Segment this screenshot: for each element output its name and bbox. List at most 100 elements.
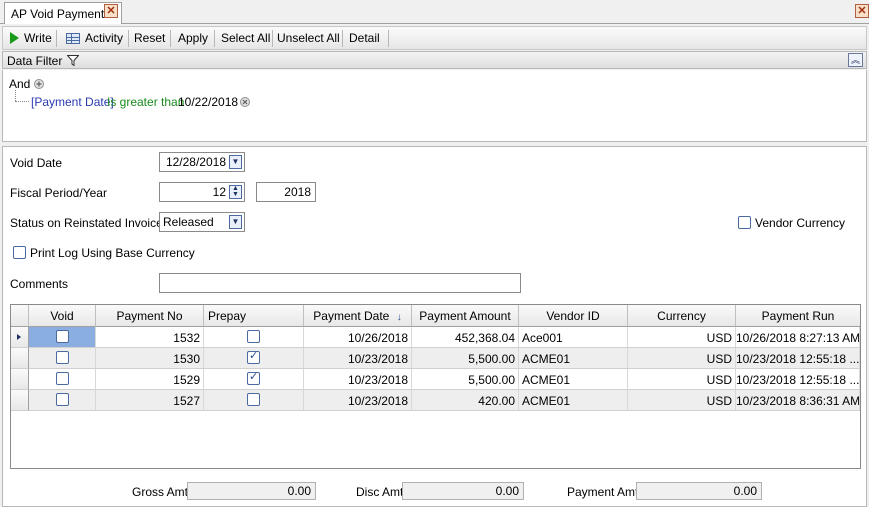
activity-button[interactable]: Activity bbox=[61, 29, 123, 48]
current-row-arrow-icon bbox=[17, 334, 21, 340]
row-selector[interactable] bbox=[11, 369, 29, 390]
prepay-check-icon[interactable] bbox=[247, 349, 260, 364]
payments-grid: Void Payment No Prepay Payment Date ↓ Pa… bbox=[10, 304, 861, 469]
column-header-payment-run[interactable]: Payment Run bbox=[736, 305, 860, 327]
payment-amount-cell[interactable]: 452,368.04 bbox=[412, 327, 519, 348]
column-header-void[interactable]: Void bbox=[29, 305, 96, 327]
payment-amt-label: Payment Amt bbox=[567, 485, 639, 499]
column-header-payment-date[interactable]: Payment Date ↓ bbox=[304, 305, 412, 327]
comments-input[interactable] bbox=[159, 273, 521, 293]
filter-field[interactable]: [Payment Date] bbox=[31, 95, 114, 109]
column-header-vendor-id[interactable]: Vendor ID bbox=[519, 305, 628, 327]
print-log-label: Print Log Using Base Currency bbox=[30, 246, 195, 260]
void-check-icon[interactable] bbox=[56, 372, 69, 385]
prepay-checkbox bbox=[204, 348, 304, 369]
chevron-down-icon[interactable]: ▼ bbox=[229, 155, 242, 169]
row-selector[interactable] bbox=[11, 390, 29, 411]
print-log-checkbox[interactable] bbox=[13, 246, 26, 259]
row-selector[interactable] bbox=[11, 348, 29, 369]
payment-run-cell[interactable]: 10/26/2018 8:27:13 AM bbox=[736, 327, 860, 348]
void-date-value: 12/28/2018 bbox=[165, 155, 226, 169]
toolbar-separator bbox=[388, 30, 389, 47]
tab-strip bbox=[0, 0, 869, 24]
void-checkbox bbox=[29, 348, 96, 369]
column-header-currency[interactable]: Currency bbox=[628, 305, 736, 327]
void-checkbox bbox=[29, 369, 96, 390]
prepay-checkbox bbox=[204, 327, 304, 348]
vendor-currency-checkbox[interactable] bbox=[738, 216, 751, 229]
grid-corner bbox=[11, 305, 29, 327]
vendor-id-cell[interactable]: Ace001 bbox=[519, 327, 628, 348]
void-check-icon[interactable] bbox=[56, 351, 69, 364]
prepay-check-icon[interactable] bbox=[247, 393, 260, 406]
payment-run-cell[interactable]: 10/23/2018 12:55:18 ... bbox=[736, 348, 860, 369]
column-header-payment-no[interactable]: Payment No bbox=[96, 305, 204, 327]
payment-amt-value: 0.00 bbox=[636, 482, 762, 500]
column-header-payment-amount[interactable]: Payment Amount bbox=[412, 305, 519, 327]
select-all-button[interactable]: Select All bbox=[216, 29, 275, 48]
payment-no-cell[interactable]: 1530 bbox=[96, 348, 204, 369]
void-date-label: Void Date bbox=[10, 156, 63, 170]
apply-button[interactable]: Apply bbox=[173, 29, 213, 48]
add-condition-icon[interactable] bbox=[34, 79, 44, 89]
payment-date-cell[interactable]: 10/23/2018 bbox=[304, 369, 412, 390]
payment-date-cell[interactable]: 10/23/2018 bbox=[304, 390, 412, 411]
payment-no-cell[interactable]: 1532 bbox=[96, 327, 204, 348]
filter-group-and[interactable]: And bbox=[9, 77, 30, 91]
unselect-all-button[interactable]: Unselect All bbox=[272, 29, 345, 48]
grid-icon bbox=[66, 33, 80, 44]
reset-button[interactable]: Reset bbox=[129, 29, 170, 48]
data-filter-panel: And [Payment Date] Is greater than 10/22… bbox=[2, 70, 867, 142]
vendor-currency-label: Vendor Currency bbox=[755, 216, 846, 230]
currency-cell[interactable]: USD bbox=[628, 327, 736, 348]
filter-value[interactable]: 10/22/2018 bbox=[178, 95, 238, 109]
void-checkbox bbox=[29, 327, 96, 348]
spin-icon[interactable]: ▲ ▼ bbox=[229, 185, 242, 199]
prepay-check-icon[interactable] bbox=[247, 330, 260, 343]
payment-amount-cell[interactable]: 5,500.00 bbox=[412, 348, 519, 369]
currency-cell[interactable]: USD bbox=[628, 369, 736, 390]
payment-date-cell[interactable]: 10/26/2018 bbox=[304, 327, 412, 348]
detail-button[interactable]: Detail bbox=[344, 29, 385, 48]
void-check-icon[interactable] bbox=[56, 330, 69, 343]
column-header-prepay[interactable]: Prepay bbox=[204, 305, 304, 327]
toolbar-separator bbox=[170, 30, 171, 47]
tab-close-icon[interactable]: ✕ bbox=[104, 4, 118, 18]
payment-run-cell[interactable]: 10/23/2018 12:55:18 ... bbox=[736, 369, 860, 390]
write-button[interactable]: Write bbox=[5, 29, 52, 48]
play-icon bbox=[10, 32, 19, 44]
row-selector[interactable] bbox=[11, 327, 29, 348]
tree-line bbox=[15, 90, 16, 101]
toolbar-separator bbox=[342, 30, 343, 47]
funnel-icon bbox=[67, 55, 79, 66]
payment-amount-cell[interactable]: 5,500.00 bbox=[412, 369, 519, 390]
status-value: Released bbox=[163, 215, 214, 229]
status-select[interactable]: Released ▼ bbox=[159, 212, 245, 232]
payment-no-cell[interactable]: 1527 bbox=[96, 390, 204, 411]
data-filter-header[interactable]: Data Filter ︽ bbox=[2, 51, 867, 69]
data-filter-title: Data Filter bbox=[7, 54, 63, 68]
fiscal-period-stepper[interactable]: 12 ▲ ▼ bbox=[159, 182, 245, 202]
collapse-icon[interactable]: ︽ bbox=[848, 53, 863, 67]
payment-no-cell[interactable]: 1529 bbox=[96, 369, 204, 390]
void-date-input[interactable]: 12/28/2018 ▼ bbox=[159, 152, 245, 172]
void-check-icon[interactable] bbox=[56, 393, 69, 406]
chevron-down-icon[interactable]: ▼ bbox=[229, 215, 242, 229]
payment-date-cell[interactable]: 10/23/2018 bbox=[304, 348, 412, 369]
filter-operator[interactable]: Is greater than bbox=[107, 95, 184, 109]
gross-amt-value: 0.00 bbox=[187, 482, 316, 500]
currency-cell[interactable]: USD bbox=[628, 348, 736, 369]
fiscal-year-input[interactable]: 2018 bbox=[256, 182, 316, 202]
remove-condition-icon[interactable] bbox=[240, 97, 250, 107]
payment-run-cell[interactable]: 10/23/2018 8:36:31 AM bbox=[736, 390, 860, 411]
disc-amt-value: 0.00 bbox=[402, 482, 524, 500]
currency-cell[interactable]: USD bbox=[628, 390, 736, 411]
vendor-id-cell[interactable]: ACME01 bbox=[519, 390, 628, 411]
vendor-id-cell[interactable]: ACME01 bbox=[519, 369, 628, 390]
prepay-check-icon[interactable] bbox=[247, 370, 260, 385]
payment-amount-cell[interactable]: 420.00 bbox=[412, 390, 519, 411]
window-close-icon[interactable]: ✕ bbox=[855, 4, 869, 18]
tab-title: AP Void Payments bbox=[11, 7, 111, 21]
fiscal-period-label: Fiscal Period/Year bbox=[10, 186, 107, 200]
vendor-id-cell[interactable]: ACME01 bbox=[519, 348, 628, 369]
